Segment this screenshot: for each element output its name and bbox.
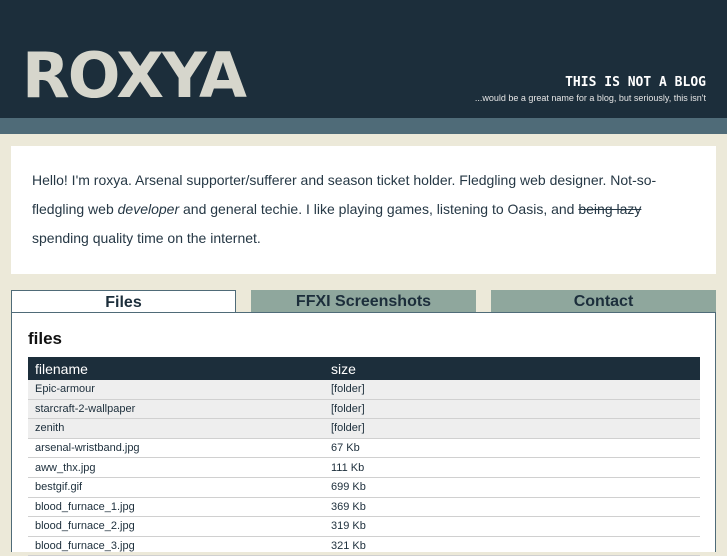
site-header: ROXYA THIS IS NOT A BLOG ...would be a g… bbox=[0, 0, 727, 118]
file-link[interactable]: zenith bbox=[35, 422, 64, 434]
file-link[interactable]: bestgif.gif bbox=[35, 481, 82, 493]
table-body: Epic-armour [folder] starcraft-2-wallpaper… bbox=[28, 380, 700, 556]
file-size-cell: [folder] bbox=[331, 383, 365, 396]
file-name-cell: aww_thx.jpg bbox=[28, 462, 331, 474]
column-header-filename[interactable]: filename bbox=[28, 361, 331, 377]
file-link[interactable]: starcraft-2-wallpaper bbox=[35, 403, 135, 415]
file-size-cell: 321 Kb bbox=[331, 540, 366, 553]
table-row: blood_furnace_2.jpg 319 Kb bbox=[28, 517, 700, 537]
file-link[interactable]: Epic-armour bbox=[35, 383, 95, 395]
file-link[interactable]: arsenal-wristband.jpg bbox=[35, 442, 140, 454]
table-row: Epic-armour [folder] bbox=[28, 380, 700, 400]
tab-contact[interactable]: Contact bbox=[491, 290, 716, 312]
tab-ffxi-screenshots[interactable]: FFXI Screenshots bbox=[251, 290, 476, 312]
table-row: zenith [folder] bbox=[28, 419, 700, 439]
column-header-size[interactable]: size bbox=[331, 361, 700, 377]
files-table: filename size Epic-armour [folder] starcra… bbox=[28, 357, 700, 556]
site-logo[interactable]: ROXYA bbox=[22, 44, 247, 108]
files-panel: files filename size Epic-armour [folder] s… bbox=[11, 312, 716, 556]
table-row: arsenal-wristband.jpg 67 Kb bbox=[28, 439, 700, 459]
intro-text-developer: developer bbox=[117, 201, 180, 217]
intro-text-part3: spending quality time on the internet. bbox=[32, 230, 261, 246]
file-link[interactable]: blood_furnace_1.jpg bbox=[35, 501, 135, 513]
file-size-cell: 699 Kb bbox=[331, 481, 366, 494]
intro-text: Hello! I'm roxya. Arsenal supporter/suff… bbox=[11, 146, 716, 253]
file-name-cell: arsenal-wristband.jpg bbox=[28, 442, 331, 454]
file-size-cell: [folder] bbox=[331, 422, 365, 435]
table-row: aww_thx.jpg 111 Kb bbox=[28, 458, 700, 478]
file-size-cell: 369 Kb bbox=[331, 500, 366, 513]
file-link[interactable]: blood_furnace_2.jpg bbox=[35, 520, 135, 532]
intro-text-struck: being lazy bbox=[578, 201, 642, 217]
file-name-cell: starcraft-2-wallpaper bbox=[28, 403, 331, 415]
tab-files[interactable]: Files bbox=[11, 290, 236, 313]
file-name-cell: bestgif.gif bbox=[28, 481, 331, 493]
file-size-cell: [folder] bbox=[331, 402, 365, 415]
table-row: bestgif.gif 699 Kb bbox=[28, 478, 700, 498]
header-divider bbox=[0, 118, 727, 134]
file-name-cell: blood_furnace_2.jpg bbox=[28, 520, 331, 532]
file-size-cell: 319 Kb bbox=[331, 520, 366, 533]
file-size-cell: 111 Kb bbox=[331, 461, 365, 474]
intro-box: Hello! I'm roxya. Arsenal supporter/suff… bbox=[11, 146, 716, 274]
file-name-cell: Epic-armour bbox=[28, 383, 331, 395]
table-row: blood_furnace_3.jpg 321 Kb bbox=[28, 537, 700, 556]
site-subtagline: ...would be a great name for a blog, but… bbox=[474, 93, 706, 103]
file-name-cell: blood_furnace_3.jpg bbox=[28, 540, 331, 552]
table-row: starcraft-2-wallpaper [folder] bbox=[28, 399, 700, 420]
intro-text-part2: and general techie. I like playing games… bbox=[179, 201, 579, 217]
file-name-cell: zenith bbox=[28, 422, 331, 434]
file-size-cell: 67 Kb bbox=[331, 442, 360, 455]
file-link[interactable]: blood_furnace_3.jpg bbox=[35, 540, 135, 552]
file-link[interactable]: aww_thx.jpg bbox=[35, 462, 96, 474]
file-name-cell: blood_furnace_1.jpg bbox=[28, 501, 331, 513]
panel-title: files bbox=[28, 329, 63, 348]
table-row: blood_furnace_1.jpg 369 Kb bbox=[28, 498, 700, 518]
site-tagline: THIS IS NOT A BLOG bbox=[565, 75, 706, 90]
table-header: filename size bbox=[28, 357, 700, 380]
